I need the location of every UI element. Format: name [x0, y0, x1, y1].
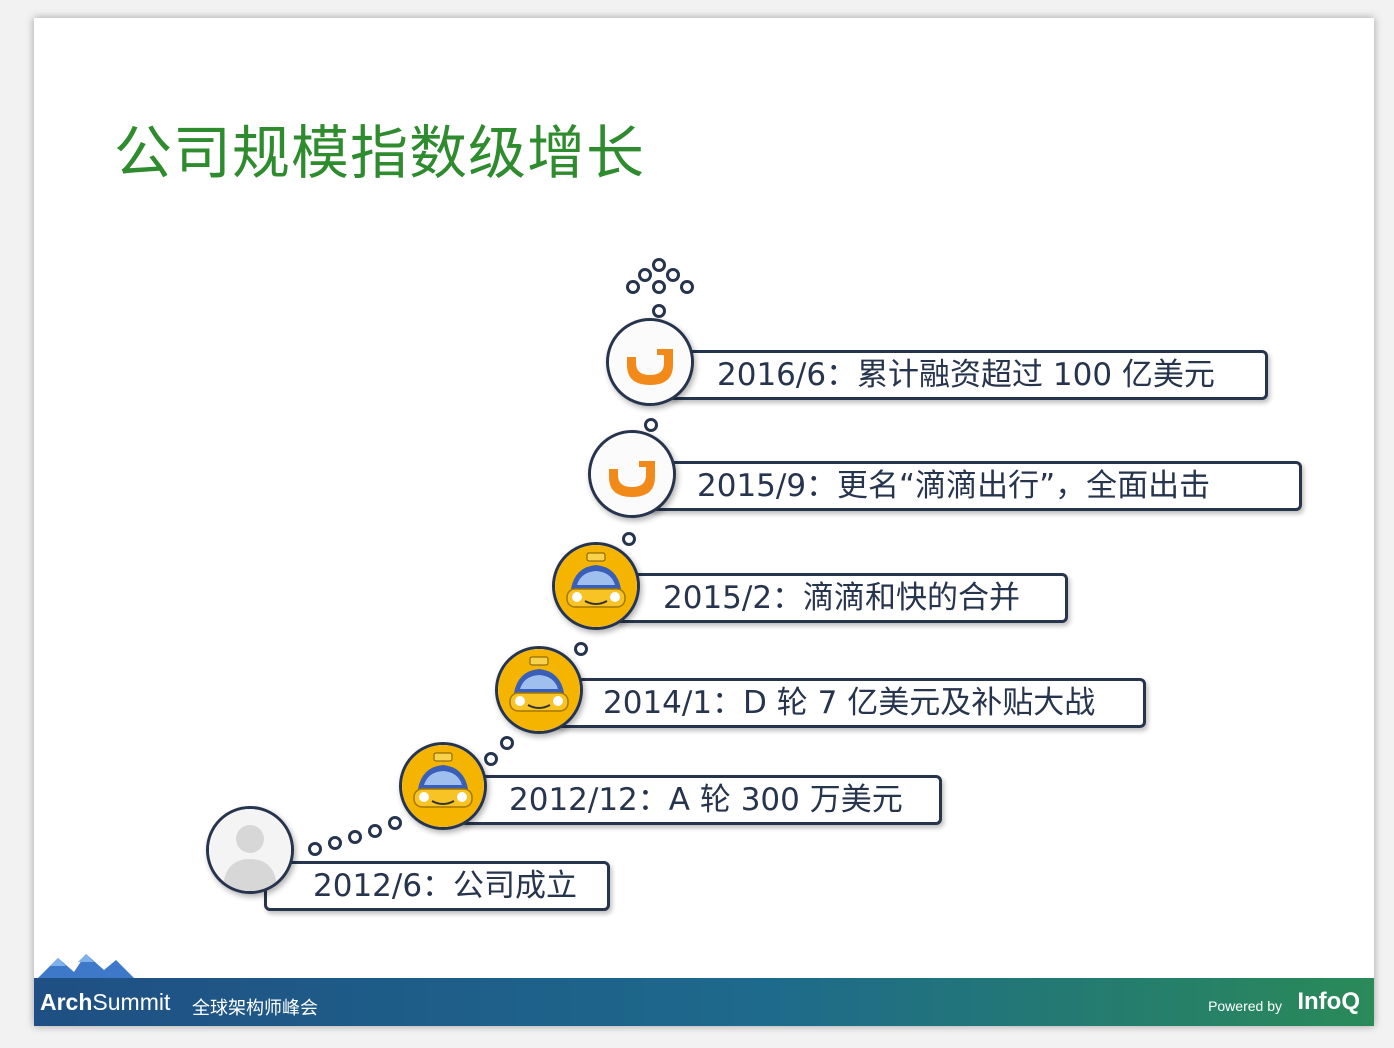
- event-label: 2016/6：累计融资超过 100 亿美元: [717, 357, 1215, 393]
- connector-dot: [368, 824, 382, 838]
- connector-dot: [574, 642, 588, 656]
- connector-dot: [308, 842, 322, 856]
- event-label-box: 2014/1：D 轮 7 亿美元及补贴大战: [554, 678, 1146, 728]
- brand-bold: Arch: [40, 989, 93, 1015]
- footer-tagline: 全球架构师峰会: [192, 998, 318, 1019]
- powered-by-label: Powered by: [1208, 998, 1282, 1014]
- event-label: 2015/2：滴滴和快的合并: [663, 580, 1021, 616]
- brand-light: Summit: [92, 989, 171, 1015]
- event-label: 2014/1：D 轮 7 亿美元及补贴大战: [603, 685, 1096, 721]
- burst-dot: [652, 280, 666, 294]
- event-label-box: 2012/12：A 轮 300 万美元: [460, 775, 942, 825]
- connector-dot: [484, 752, 498, 766]
- burst-dot: [680, 280, 694, 294]
- connector-dot: [348, 830, 362, 844]
- taxi-icon: [399, 742, 487, 830]
- burst-dot: [666, 268, 680, 282]
- event-label: 2012/6：公司成立: [313, 868, 578, 904]
- connector-dot: [388, 816, 402, 830]
- archsummit-brand: ArchSummit: [40, 989, 170, 1016]
- didi-logo-icon: [606, 318, 694, 406]
- taxi-icon: [495, 646, 583, 734]
- slide: 公司规模指数级增长 2012/6：公司成立 2012/12：A 轮 300 万美…: [34, 18, 1374, 1026]
- burst-dot: [626, 280, 640, 294]
- person-avatar-icon: [206, 806, 294, 894]
- event-label: 2015/9：更名“滴滴出行”，全面出击: [697, 468, 1211, 504]
- connector-dot: [328, 836, 342, 850]
- burst-dot: [638, 268, 652, 282]
- connector-dot: [622, 532, 636, 546]
- connector-dot: [500, 736, 514, 750]
- timeline: 2012/6：公司成立 2012/12：A 轮 300 万美元 2014/1：D…: [34, 18, 1374, 1026]
- didi-logo-icon: [588, 430, 676, 518]
- infoq-logo: InfoQ: [1297, 988, 1360, 1015]
- connector-dot: [652, 304, 666, 318]
- event-label: 2012/12：A 轮 300 万美元: [509, 782, 903, 818]
- connector-dot: [644, 418, 658, 432]
- event-label-box: 2015/9：更名“滴滴出行”，全面出击: [648, 461, 1302, 511]
- event-label-box: 2015/2：滴滴和快的合并: [614, 573, 1068, 623]
- event-label-box: 2016/6：累计融资超过 100 亿美元: [668, 350, 1268, 400]
- burst-dot: [652, 258, 666, 272]
- event-label-box: 2012/6：公司成立: [264, 861, 610, 911]
- taxi-icon: [552, 542, 640, 630]
